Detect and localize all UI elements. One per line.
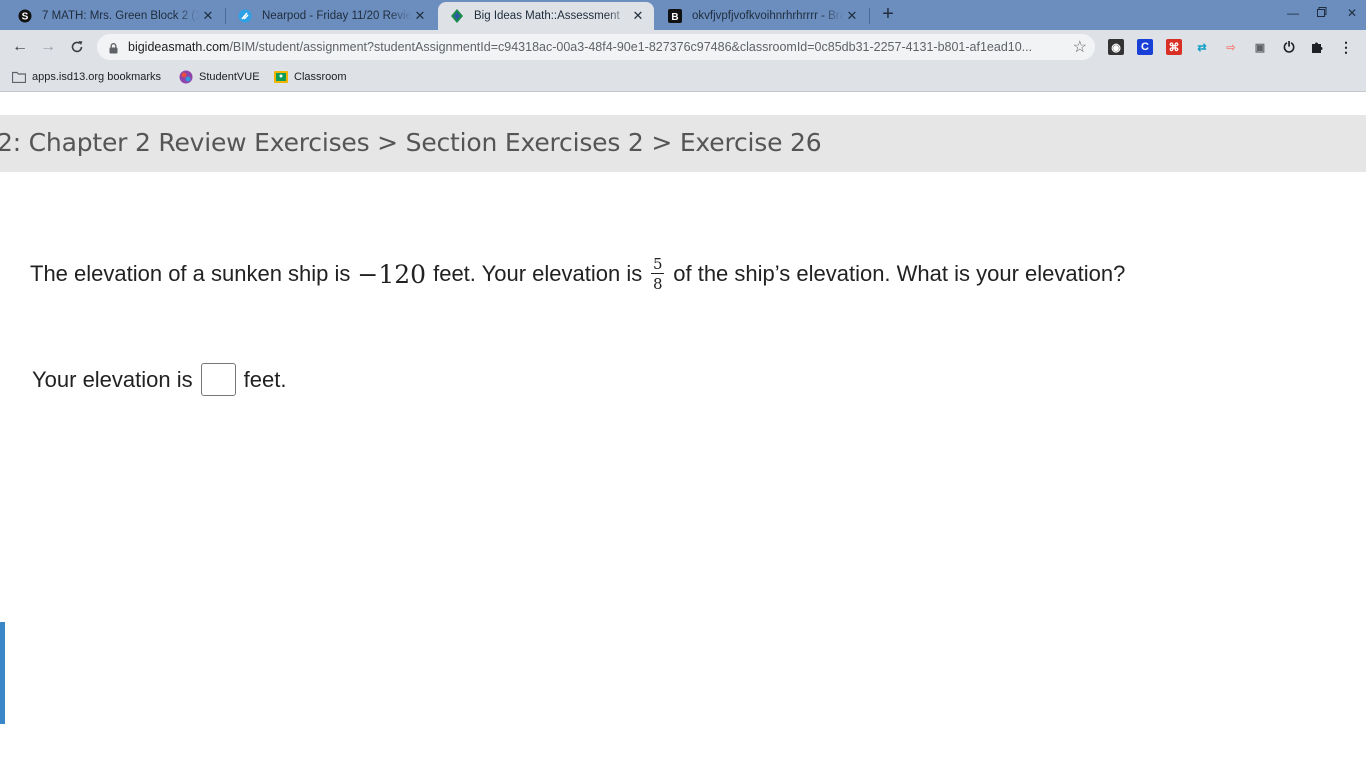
extension-arrows-icon[interactable]: ⇄: [1194, 39, 1210, 55]
nearpod-icon: [238, 9, 252, 23]
tab-divider: [869, 8, 870, 24]
close-icon[interactable]: ✕: [630, 8, 646, 24]
bookmark-studentvue[interactable]: StudentVUE: [179, 70, 260, 84]
folder-icon: [11, 70, 27, 84]
question-part-3: of the ship’s elevation. What is your el…: [673, 261, 1126, 286]
fraction-denominator: 8: [652, 275, 663, 293]
extensions-puzzle-icon[interactable]: [1309, 39, 1325, 55]
forward-button[interactable]: →: [38, 37, 58, 57]
answer-suffix: feet.: [243, 366, 287, 392]
question-part-2: feet. Your elevation is: [433, 261, 643, 286]
address-bar[interactable]: bigideasmath.com/BIM/student/assignment?…: [97, 34, 1095, 60]
reload-button[interactable]: [67, 37, 87, 57]
page-content: 2: Chapter 2 Review Exercises > Section …: [0, 93, 1366, 768]
bookmark-label: StudentVUE: [199, 71, 260, 83]
fraction-numerator: 5: [652, 255, 663, 273]
tab-schoology[interactable]: S 7 MATH: Mrs. Green Block 2 (10: ✕: [6, 2, 224, 30]
fraction-bar: [651, 273, 665, 274]
browser-toolbar: ← → bigideasmath.com/BIM/student/assignm…: [0, 30, 1366, 64]
close-icon[interactable]: ✕: [844, 8, 860, 24]
breadcrumb-bar: 2: Chapter 2 Review Exercises > Section …: [0, 115, 1366, 172]
answer-prefix: Your elevation is: [32, 366, 193, 392]
tab-title: Nearpod - Friday 11/20 Review 2: [262, 10, 412, 22]
fraction: 5 8: [651, 255, 665, 293]
close-window-icon[interactable]: ✕: [1342, 6, 1362, 20]
bookmark-label: apps.isd13.org bookmarks: [32, 71, 162, 83]
extension-red-icon[interactable]: ⌘: [1166, 39, 1182, 55]
studentvue-icon: [179, 70, 193, 84]
question-text: The elevation of a sunken ship is −120 f…: [30, 256, 1125, 292]
bigideas-icon: [450, 9, 464, 23]
close-icon[interactable]: ✕: [412, 8, 428, 24]
breadcrumb: 2: Chapter 2 Review Exercises > Section …: [0, 128, 822, 157]
tab-strip: S 7 MATH: Mrs. Green Block 2 (10: ✕ Near…: [0, 0, 1366, 30]
new-tab-button[interactable]: +: [878, 4, 898, 25]
bookmark-star-icon[interactable]: ☆: [1073, 37, 1087, 57]
power-icon[interactable]: ⏻: [1281, 39, 1297, 55]
answer-input[interactable]: [200, 363, 236, 396]
bookmarks-bar: apps.isd13.org bookmarks StudentVUE Clas…: [0, 64, 1366, 92]
bookmark-label: Classroom: [294, 71, 347, 83]
tab-nearpod[interactable]: Nearpod - Friday 11/20 Review 2 ✕: [226, 2, 436, 30]
tab-brainly[interactable]: B okvfjvpfjvofkvoihnrhrhrrrr - Brainly ✕: [656, 2, 868, 30]
svg-text:S: S: [22, 12, 29, 23]
restore-icon[interactable]: [1312, 6, 1332, 20]
svg-text:B: B: [671, 12, 678, 23]
bookmark-apps-folder[interactable]: apps.isd13.org bookmarks: [11, 70, 162, 84]
menu-kebab-icon[interactable]: ⋮: [1338, 39, 1354, 55]
tab-title: okvfjvpfjvofkvoihnrhrhrrrr - Brainly: [692, 10, 844, 22]
side-panel-tab[interactable]: [0, 622, 5, 724]
tab-title: Big Ideas Math::Assessment: [474, 10, 620, 22]
minimize-icon[interactable]: —: [1283, 6, 1303, 20]
answer-line: Your elevation is feet.: [32, 363, 286, 396]
extension-c-icon[interactable]: C: [1137, 39, 1153, 55]
bookmark-classroom[interactable]: Classroom: [274, 70, 347, 84]
lock-icon: [109, 41, 118, 54]
url-text: bigideasmath.com/BIM/student/assignment?…: [128, 40, 1058, 54]
extension-cast-icon[interactable]: ▣: [1252, 39, 1268, 55]
brainly-icon: B: [668, 9, 682, 23]
tab-title: 7 MATH: Mrs. Green Block 2 (10:: [42, 10, 200, 22]
url-path: /BIM/student/assignment?studentAssignmen…: [229, 40, 1033, 54]
schoology-icon: S: [18, 9, 32, 23]
url-host: bigideasmath.com: [128, 40, 230, 54]
classroom-icon: [274, 70, 288, 84]
question-part-1: The elevation of a sunken ship is: [30, 261, 351, 286]
back-button[interactable]: ←: [10, 37, 30, 57]
tab-bigideas[interactable]: Big Ideas Math::Assessment ✕: [438, 2, 654, 30]
extension-pink-icon[interactable]: ⇨: [1223, 39, 1239, 55]
extension-camera-icon[interactable]: ◉: [1108, 39, 1124, 55]
ship-elevation-value: −120: [357, 259, 427, 289]
close-icon[interactable]: ✕: [200, 8, 216, 24]
